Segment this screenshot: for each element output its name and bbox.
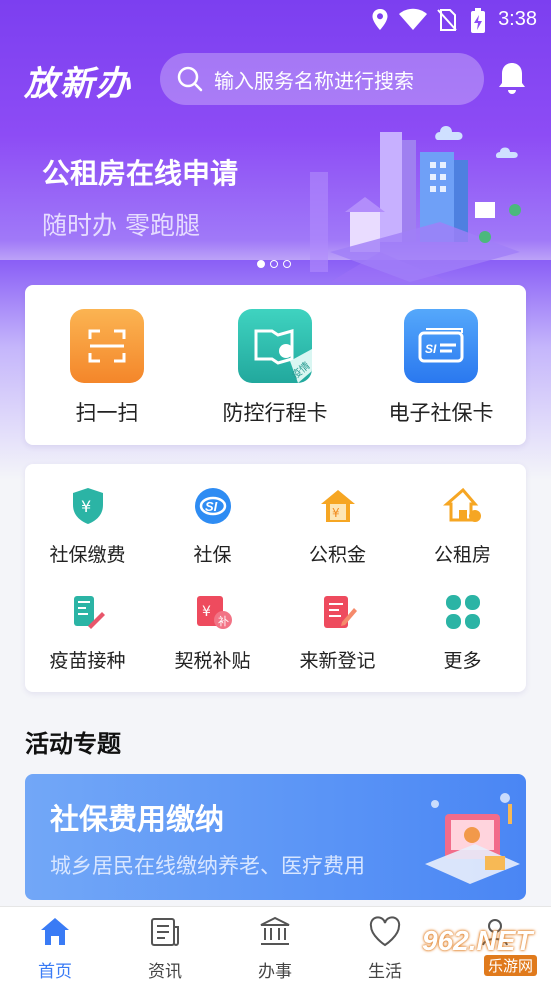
heart-icon xyxy=(369,916,401,947)
register-icon xyxy=(323,596,357,628)
news-icon xyxy=(151,918,179,946)
service-more[interactable]: 更多 xyxy=(400,592,525,673)
tab-label: 首页 xyxy=(38,962,72,981)
app-logo: 放新办 xyxy=(24,64,132,104)
travel-card-button[interactable]: 疫情 防控行程卡 xyxy=(195,309,355,427)
service-provident-fund[interactable]: ¥ 公积金 xyxy=(275,486,400,567)
service-label: 社保 xyxy=(193,544,232,566)
social-security-card-button[interactable]: SI 电子社保卡 xyxy=(361,309,521,427)
scan-icon xyxy=(70,309,144,383)
service-public-housing[interactable]: 公租房 xyxy=(400,486,525,567)
status-time: 3:38 xyxy=(498,8,537,30)
promo-banner[interactable]: 社保费用缴纳 城乡居民在线缴纳养老、医疗费用 xyxy=(25,774,526,900)
battery-charging-icon xyxy=(471,8,485,33)
location-icon xyxy=(372,9,388,30)
search-icon xyxy=(177,66,203,92)
vaccine-icon xyxy=(73,596,105,629)
service-label: 契税补贴 xyxy=(174,650,251,672)
tab-label: 办事 xyxy=(258,962,292,981)
svg-text:¥: ¥ xyxy=(202,604,211,620)
promo-title: 社保费用缴纳 xyxy=(50,802,225,836)
status-bar: 3:38 xyxy=(0,0,551,40)
service-label: 疫苗接种 xyxy=(49,650,126,672)
svg-text:补: 补 xyxy=(218,615,229,628)
tab-label: 资讯 xyxy=(148,962,182,981)
wifi-icon xyxy=(399,8,427,30)
svg-text:¥: ¥ xyxy=(81,497,91,516)
service-deed-tax-subsidy[interactable]: ¥ 补 契税补贴 xyxy=(150,592,275,673)
shield-yen-icon: ¥ xyxy=(72,488,103,524)
pagination-dot[interactable] xyxy=(270,260,278,268)
social-security-card-icon: SI xyxy=(404,309,478,383)
service-newcomer-registration[interactable]: 来新登记 xyxy=(275,592,400,673)
pagination-dot[interactable] xyxy=(283,260,291,268)
watermark-logo: 962.NET 乐游网 xyxy=(414,923,546,979)
scan-label: 扫一扫 xyxy=(75,401,139,425)
section-title: 活动专题 xyxy=(25,730,121,758)
service-label: 来新登记 xyxy=(299,650,376,672)
svg-text:SI: SI xyxy=(425,342,437,356)
service-label: 公积金 xyxy=(308,544,366,566)
social-security-card-label: 电子社保卡 xyxy=(388,401,494,425)
watermark-subtext: 乐游网 xyxy=(484,955,538,976)
promo-illustration xyxy=(425,793,520,884)
tab-home[interactable]: 首页 xyxy=(10,915,100,981)
travel-card-icon: 疫情 xyxy=(238,309,312,383)
main-services-card: 扫一扫 疫情 防控行程卡 SI 电子社保卡 xyxy=(25,285,526,445)
service-label: 更多 xyxy=(443,650,482,672)
si-icon: SI xyxy=(194,488,231,524)
tab-news[interactable]: 资讯 xyxy=(120,915,210,981)
tab-services[interactable]: 办事 xyxy=(230,915,320,981)
government-icon xyxy=(260,916,290,945)
svg-text:SI: SI xyxy=(205,499,218,514)
home-icon xyxy=(41,918,69,945)
service-vaccination[interactable]: 疫苗接种 xyxy=(25,592,150,673)
no-sim-icon xyxy=(437,9,457,31)
service-social-security[interactable]: SI 社保 xyxy=(150,486,275,567)
banner-title[interactable]: 公租房在线申请 xyxy=(42,152,238,192)
service-social-payment[interactable]: ¥ 社保缴费 xyxy=(25,486,150,567)
search-placeholder: 输入服务名称进行搜索 xyxy=(214,68,414,93)
services-grid-card: ¥ 社保缴费 SI 社保 ¥ 公积金 公租房 疫苗接种 ¥ 补 契税补贴 来新登… xyxy=(25,464,526,692)
banner-subtitle: 随时办 零跑腿 xyxy=(42,211,200,240)
house-icon xyxy=(442,487,481,522)
watermark-text: 962.NET xyxy=(422,925,533,956)
banner-pagination xyxy=(257,260,291,268)
bell-icon[interactable] xyxy=(496,60,528,96)
more-icon xyxy=(445,595,480,629)
scan-button[interactable]: 扫一扫 xyxy=(27,309,187,427)
travel-card-label: 防控行程卡 xyxy=(222,401,328,425)
tax-subsidy-icon: ¥ 补 xyxy=(196,596,232,629)
city-illustration xyxy=(310,126,521,282)
pagination-dot[interactable] xyxy=(257,260,265,268)
svg-text:¥: ¥ xyxy=(332,506,340,520)
service-label: 社保缴费 xyxy=(49,544,126,566)
search-bar[interactable]: 输入服务名称进行搜索 xyxy=(160,53,484,105)
house-yen-icon: ¥ xyxy=(320,490,355,522)
service-label: 公租房 xyxy=(433,544,491,566)
promo-subtitle: 城乡居民在线缴纳养老、医疗费用 xyxy=(50,854,365,878)
